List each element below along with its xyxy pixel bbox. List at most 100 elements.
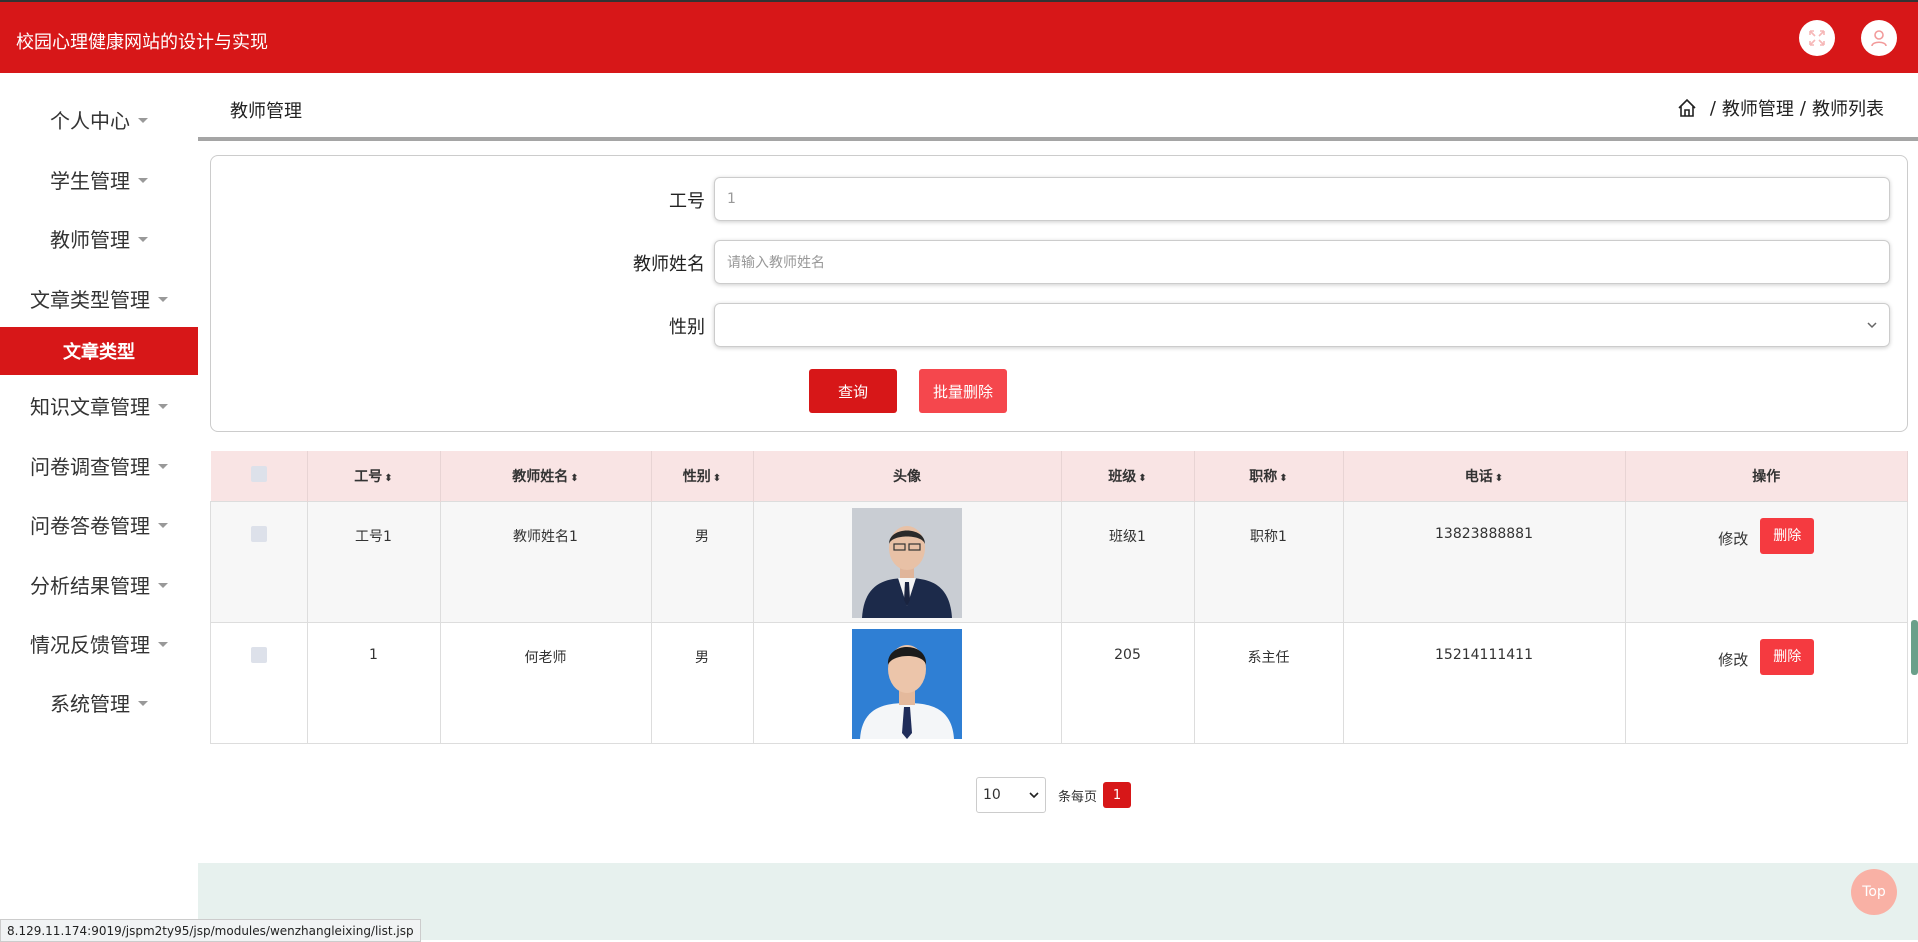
table-header-row: 工号 ⬍ 教师姓名 ⬍ 性别 ⬍ 头像 班级 ⬍ 职称 ⬍ 电话 ⬍ 操作 [210,451,1908,502]
breadcrumb-teacher-management[interactable]: 教师管理 [1722,95,1794,121]
row-select-cell[interactable] [210,622,308,744]
caret-down-icon [138,117,148,123]
edit-button[interactable]: 修改 [1718,528,1748,549]
cell-title: 职称1 [1193,501,1344,623]
cell-name: 何老师 [439,622,652,744]
table-row: 1 何老师 男 205 系主任 15214111411 修改 删除 [210,622,1908,744]
back-to-top-button[interactable]: Top [1851,869,1897,915]
caret-down-icon [138,700,148,706]
select-all-checkbox[interactable] [250,466,267,482]
col-header-id[interactable]: 工号 ⬍ [307,451,441,502]
cell-avatar [752,622,1062,744]
col-header-phone[interactable]: 电话 ⬍ [1343,451,1626,502]
cell-actions: 修改 删除 [1624,501,1908,623]
page-title: 教师管理 [230,101,302,122]
sidebar-item-label: 个人中心 [50,108,130,133]
teacher-avatar-image [852,629,962,739]
caret-down-icon [158,403,168,409]
page-number-button[interactable]: 1 [1103,782,1132,808]
caret-down-icon [138,236,148,242]
sidebar-subitem-label: 文章类型 [63,342,135,363]
employee-id-value: 1 [727,191,736,207]
cell-id: 1 [306,622,441,744]
sidebar-item-surveys[interactable]: 问卷调查管理 [0,445,198,485]
row-select-cell[interactable] [210,501,308,623]
breadcrumb-bar: 教师管理 / 教师管理 / 教师列表 [198,73,1918,141]
table-row: 工号1 教师姓名1 男 班级1 职称1 13823888881 修改 删除 [210,501,1908,623]
col-header-gender[interactable]: 性别 ⬍ [651,451,754,502]
cell-title: 系主任 [1193,622,1344,744]
cell-gender: 男 [650,622,754,744]
caret-down-icon [158,582,168,588]
sort-icon[interactable]: ⬍ [384,473,392,484]
sidebar-item-personal-center[interactable]: 个人中心 [0,99,198,139]
sidebar-item-students[interactable]: 学生管理 [0,159,198,199]
cell-id: 工号1 [306,501,441,623]
teacher-table: 工号 ⬍ 教师姓名 ⬍ 性别 ⬍ 头像 班级 ⬍ 职称 ⬍ 电话 ⬍ 操作 工号1 教师姓名… [210,451,1908,744]
delete-button[interactable]: 删除 [1760,639,1815,675]
sidebar-item-feedback[interactable]: 情况反馈管理 [0,623,198,663]
footer-band [198,863,1918,940]
sidebar-item-system[interactable]: 系统管理 [0,682,198,722]
teacher-name-label: 教师姓名 [633,254,705,275]
user-button[interactable] [1861,20,1897,56]
row-checkbox[interactable] [250,526,267,542]
fullscreen-icon [1809,30,1825,46]
search-panel: 工号 1 教师姓名 请输入教师姓名 性别 查询 批量删除 [210,155,1908,432]
chevron-down-icon [1867,322,1877,329]
query-button[interactable]: 查询 [809,369,897,413]
user-icon [1871,30,1887,47]
teacher-name-input[interactable]: 请输入教师姓名 [714,240,1890,284]
sort-icon[interactable]: ⬍ [1495,473,1503,484]
caret-down-icon [158,296,168,302]
fullscreen-button[interactable] [1799,20,1835,56]
col-header-class[interactable]: 班级 ⬍ [1061,451,1195,502]
sort-icon[interactable]: ⬍ [1279,473,1287,484]
cell-avatar [752,501,1062,623]
edit-button[interactable]: 修改 [1718,649,1748,670]
sort-icon[interactable]: ⬍ [570,473,578,484]
sort-icon[interactable]: ⬍ [1138,473,1146,484]
sidebar-item-article-types[interactable]: 文章类型管理 [0,278,198,318]
chevron-down-icon [1029,792,1039,799]
sidebar-subitem-article-type[interactable]: 文章类型 [0,327,198,375]
top-header: 校园心理健康网站的设计与实现 [0,0,1918,73]
row-checkbox[interactable] [250,647,267,663]
sort-icon[interactable]: ⬍ [713,473,721,484]
sidebar-item-analysis[interactable]: 分析结果管理 [0,564,198,604]
sidebar-item-answer-sheets[interactable]: 问卷答卷管理 [0,504,198,544]
scrollbar-thumb[interactable] [1911,620,1918,675]
caret-down-icon [158,641,168,647]
page-size-select[interactable]: 10 [976,777,1046,813]
sidebar-item-teachers[interactable]: 教师管理 [0,218,198,258]
employee-id-input[interactable]: 1 [714,177,1890,221]
status-url: 8.129.11.174:9019/jspm2ty95/jsp/modules/… [0,919,421,942]
cell-gender: 男 [650,501,754,623]
delete-button[interactable]: 删除 [1760,518,1815,554]
col-header-title[interactable]: 职称 ⬍ [1194,451,1344,502]
caret-down-icon [158,522,168,528]
sidebar-item-label: 问卷答卷管理 [30,513,150,538]
caret-down-icon [138,177,148,183]
home-icon[interactable] [1676,97,1698,119]
caret-down-icon [158,463,168,469]
per-page-label: 条每页 [1058,789,1098,805]
employee-id-label: 工号 [669,191,705,212]
batch-delete-button[interactable]: 批量删除 [919,369,1007,413]
teacher-name-placeholder: 请输入教师姓名 [727,255,825,271]
breadcrumb-teacher-list: 教师列表 [1812,99,1884,120]
sidebar-item-knowledge-articles[interactable]: 知识文章管理 [0,385,198,425]
gender-label: 性别 [669,317,705,338]
cell-phone: 15214111411 [1342,622,1626,744]
breadcrumb: / 教师管理 / 教师列表 [1676,95,1884,121]
select-all-header[interactable] [210,451,308,502]
cell-actions: 修改 删除 [1624,622,1908,744]
sidebar-item-label: 文章类型管理 [30,287,150,312]
col-header-name[interactable]: 教师姓名 ⬍ [440,451,652,502]
breadcrumb-separator: / [1799,97,1806,119]
sidebar-item-label: 问卷调查管理 [30,454,150,479]
sidebar-item-label: 教师管理 [50,227,130,252]
app-title: 校园心理健康网站的设计与实现 [16,32,268,53]
gender-select[interactable] [714,303,1890,347]
cell-name: 教师姓名1 [439,501,652,623]
